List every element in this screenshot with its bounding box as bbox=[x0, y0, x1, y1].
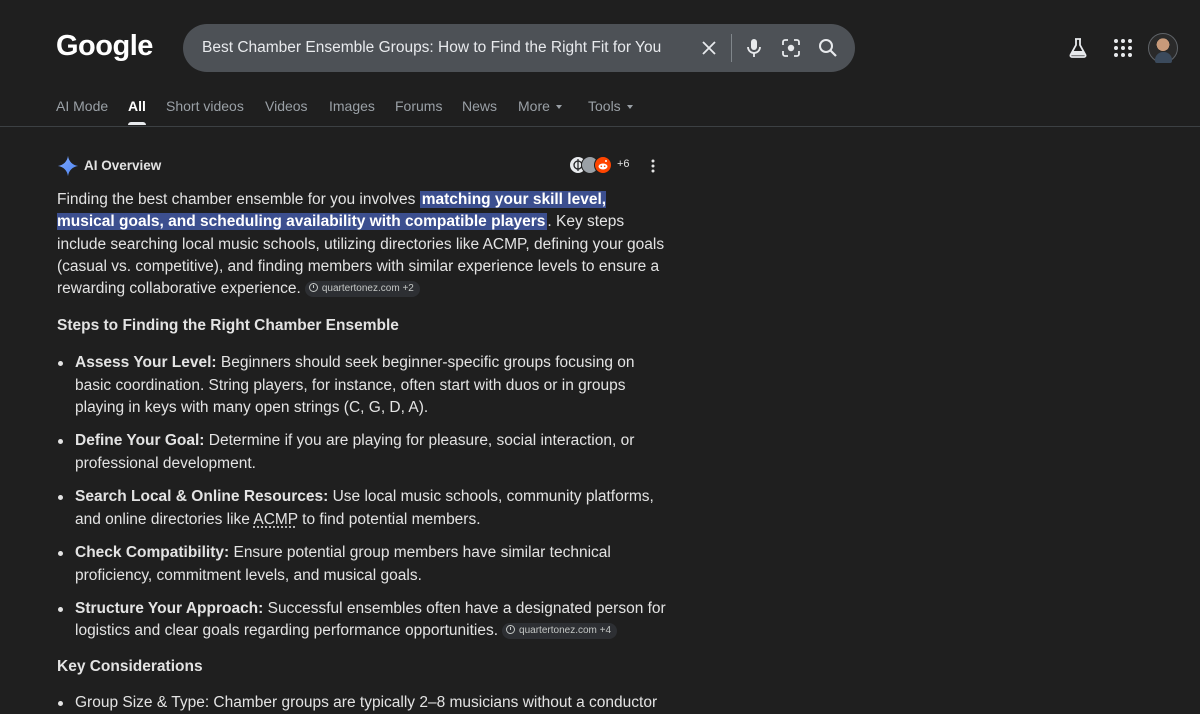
tab-short-videos[interactable]: Short videos bbox=[166, 98, 244, 114]
info-icon bbox=[309, 283, 318, 292]
acmp-link[interactable]: ACMP bbox=[253, 511, 298, 528]
ai-overview-intro: Finding the best chamber ensemble for yo… bbox=[57, 189, 667, 300]
step-title: Structure Your Approach: bbox=[75, 600, 263, 617]
gemini-sparkle-icon bbox=[57, 155, 79, 177]
step-title: Check Compatibility: bbox=[75, 544, 229, 561]
list-item: Define Your Goal: Determine if you are p… bbox=[57, 430, 669, 475]
lens-icon[interactable] bbox=[779, 36, 803, 60]
tab-videos[interactable]: Videos bbox=[265, 98, 308, 114]
step-title: Search Local & Online Resources: bbox=[75, 488, 328, 505]
citation-label: quartertonez.com +4 bbox=[519, 625, 611, 636]
list-item: Assess Your Level: Beginners should seek… bbox=[57, 352, 669, 420]
info-icon bbox=[506, 625, 515, 634]
header: Google Best Chamber Ensemble Groups: How… bbox=[0, 0, 1200, 127]
citation-chip[interactable]: quartertonez.com +2 bbox=[305, 281, 420, 297]
tab-tools[interactable]: Tools bbox=[588, 98, 633, 114]
ai-overview-title: AI Overview bbox=[84, 158, 161, 173]
tab-more[interactable]: More bbox=[518, 98, 562, 114]
tab-more-label: More bbox=[518, 98, 550, 114]
tab-images[interactable]: Images bbox=[329, 98, 375, 114]
step-title: Define Your Goal: bbox=[75, 432, 204, 449]
search-box[interactable]: Best Chamber Ensemble Groups: How to Fin… bbox=[183, 24, 855, 72]
tab-forums[interactable]: Forums bbox=[395, 98, 442, 114]
steps-list: Assess Your Level: Beginners should seek… bbox=[57, 352, 669, 654]
consideration-partial: Group Size & Type: Chamber groups are ty… bbox=[57, 692, 657, 714]
google-logo[interactable]: Google bbox=[56, 30, 153, 63]
considerations-heading: Key Considerations bbox=[57, 658, 203, 676]
steps-heading: Steps to Finding the Right Chamber Ensem… bbox=[57, 317, 399, 335]
citation-chip[interactable]: quartertonez.com +4 bbox=[502, 623, 617, 639]
search-input[interactable]: Best Chamber Ensemble Groups: How to Fin… bbox=[202, 39, 661, 57]
list-item: Group Size & Type: Chamber groups are ty… bbox=[57, 692, 667, 714]
reddit-icon bbox=[594, 156, 612, 174]
search-icon[interactable] bbox=[816, 36, 840, 60]
microphone-icon[interactable] bbox=[742, 36, 766, 60]
sources-more-count[interactable]: +6 bbox=[617, 158, 630, 170]
account-avatar[interactable] bbox=[1148, 33, 1178, 63]
clear-icon[interactable] bbox=[697, 36, 721, 60]
tab-tools-label: Tools bbox=[588, 98, 621, 114]
chevron-down-icon bbox=[556, 105, 562, 109]
chevron-down-icon bbox=[627, 105, 633, 109]
tab-all[interactable]: All bbox=[128, 98, 146, 114]
tab-ai-mode[interactable]: AI Mode bbox=[56, 98, 108, 114]
step-title: Assess Your Level: bbox=[75, 354, 217, 371]
citation-label: quartertonez.com +2 bbox=[322, 283, 414, 294]
labs-flask-icon[interactable] bbox=[1066, 36, 1090, 60]
list-item: Search Local & Online Resources: Use loc… bbox=[57, 486, 669, 531]
intro-text: Finding the best chamber ensemble for yo… bbox=[57, 191, 420, 208]
search-divider bbox=[731, 34, 732, 62]
step-text-rest: to find potential members. bbox=[298, 511, 481, 528]
more-options-icon[interactable] bbox=[651, 158, 655, 174]
list-item: Check Compatibility: Ensure potential gr… bbox=[57, 542, 669, 587]
list-item: Structure Your Approach: Successful ense… bbox=[57, 598, 669, 643]
tab-news[interactable]: News bbox=[462, 98, 497, 114]
apps-grid-icon[interactable] bbox=[1111, 36, 1135, 60]
